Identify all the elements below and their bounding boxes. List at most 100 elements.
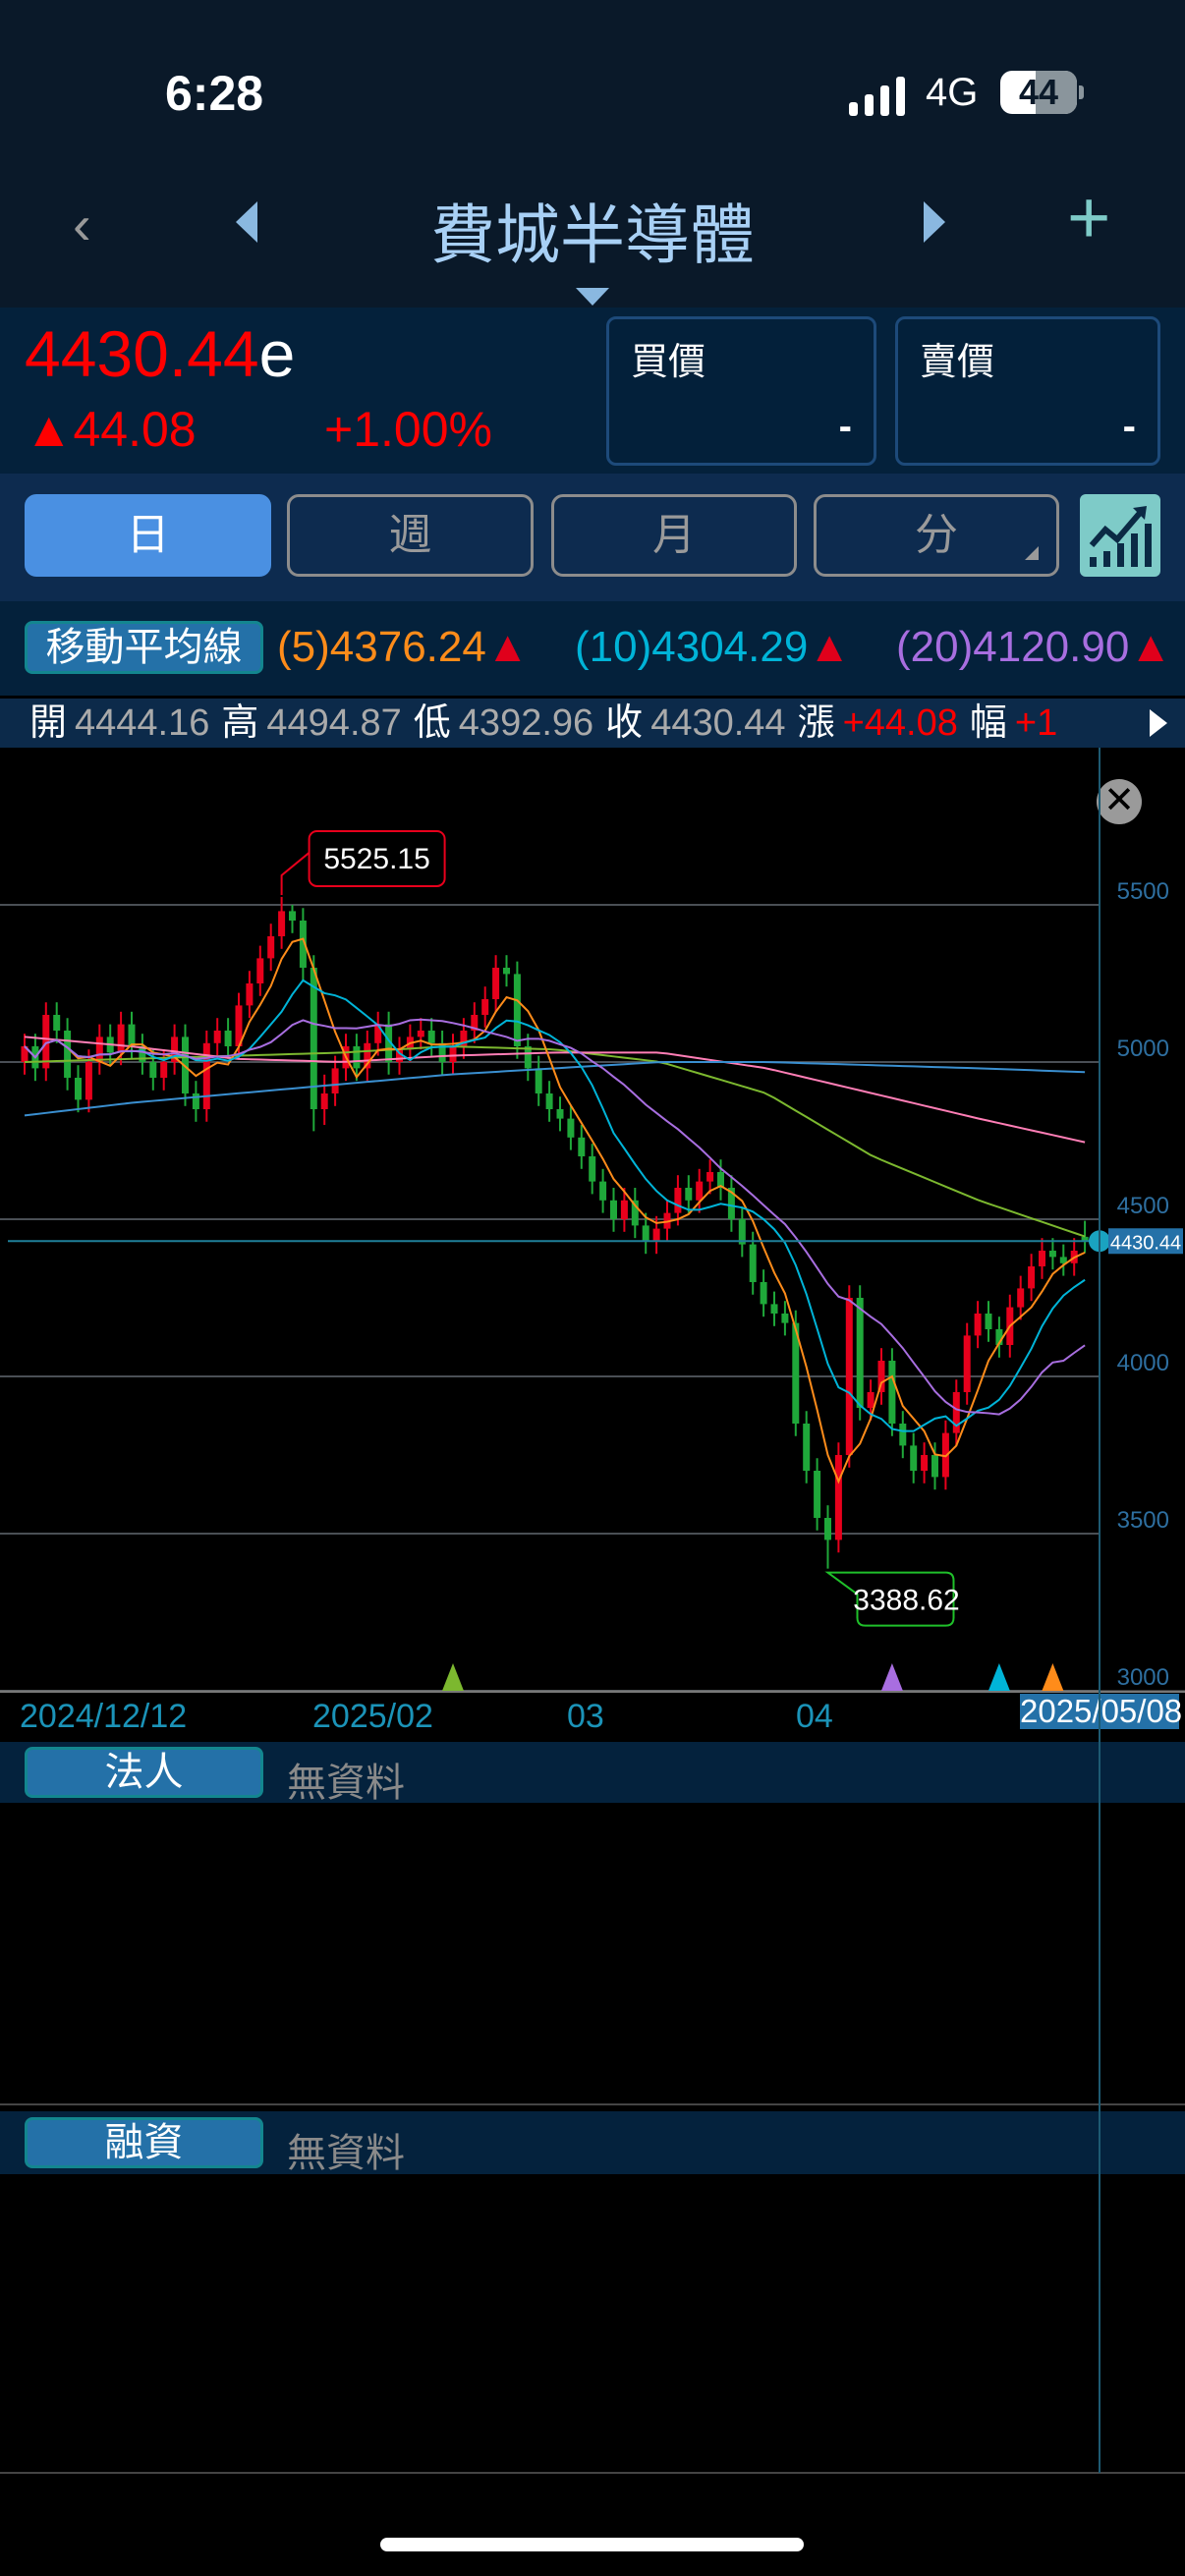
high-value: 4494.87 <box>266 702 402 744</box>
close-value: 4430.44 <box>650 702 786 744</box>
candle-body <box>427 1031 435 1043</box>
candle-body <box>834 1455 842 1540</box>
candle-body <box>985 1314 992 1329</box>
open-label: 開 <box>29 702 68 744</box>
candle-body <box>696 1181 704 1201</box>
candle-body <box>749 1244 757 1282</box>
candle-body <box>128 1024 136 1046</box>
candle-body <box>53 1015 61 1031</box>
low-value: 4392.96 <box>458 702 594 744</box>
candle-body <box>814 1471 821 1518</box>
x-label-feb: 2025/02 <box>312 1698 433 1735</box>
y-tick-label: 4500 <box>1117 1193 1169 1219</box>
margin-button[interactable]: 融資 <box>25 2117 263 2168</box>
battery-tip <box>1079 85 1084 99</box>
candle-body <box>824 1518 831 1540</box>
institutional-button[interactable]: 法人 <box>25 1747 263 1798</box>
x-label-apr: 04 <box>796 1698 833 1735</box>
moving-average-button[interactable]: 移動平均線 <box>25 621 263 674</box>
candle-body <box>503 968 510 975</box>
candle-body <box>160 1062 168 1078</box>
candle-body <box>706 1172 714 1182</box>
y-tick-label: 4000 <box>1117 1350 1169 1376</box>
candle-body <box>289 911 296 921</box>
candle-body <box>224 1031 232 1046</box>
stock-title[interactable]: 費城半導體 <box>0 183 1185 277</box>
candle-body <box>1039 1251 1045 1266</box>
candlestick-chart[interactable]: 60005500500045004000350030004430.445525.… <box>0 748 1185 1693</box>
home-indicator[interactable] <box>380 2538 804 2551</box>
last-price: 4430.44e <box>25 316 295 391</box>
price-change-percent: +1.00% <box>324 402 492 457</box>
price-estimate-suffix: e <box>258 317 296 390</box>
candle-body <box>278 911 286 936</box>
battery-icon: 44 <box>1000 71 1077 114</box>
candle-body <box>931 1455 938 1478</box>
candle-body <box>856 1298 864 1408</box>
price-change: ▲44.08 <box>25 402 197 457</box>
percent-label: 幅 <box>969 702 1007 744</box>
add-plus-icon[interactable]: + <box>1067 175 1110 260</box>
network-type: 4G <box>926 71 979 114</box>
up-triangle-icon: ▲ <box>808 623 851 671</box>
y-tick-label: 5500 <box>1117 878 1169 905</box>
percent-value: +1 <box>1014 702 1058 744</box>
candle-body <box>974 1314 982 1336</box>
candle-body <box>449 1046 457 1062</box>
candle-body <box>642 1225 649 1242</box>
candle-body <box>353 1046 361 1069</box>
crosshair-line <box>1099 748 1100 2473</box>
tab-day[interactable]: 日 <box>25 494 271 577</box>
candle-body <box>589 1156 596 1182</box>
scroll-right-icon[interactable] <box>1150 709 1167 737</box>
y-tick-label: 3500 <box>1117 1507 1169 1534</box>
candle-body <box>910 1445 918 1471</box>
dropdown-corner-icon <box>1025 546 1039 560</box>
tab-minute-label: 分 <box>915 511 958 559</box>
next-stock-icon[interactable] <box>924 201 945 243</box>
signal-icon <box>849 77 905 116</box>
candle-body <box>845 1298 853 1455</box>
change-value: +44.08 <box>842 702 958 744</box>
candle-body <box>1048 1251 1056 1258</box>
candle-body <box>256 958 264 983</box>
candle-body <box>320 1093 328 1109</box>
candle-body <box>1017 1288 1025 1308</box>
bid-label: 買價 <box>631 342 706 383</box>
ma10-period: (10) <box>575 623 652 671</box>
x-label-mar: 03 <box>567 1698 604 1735</box>
candle-body <box>652 1228 660 1242</box>
candle-body <box>192 1093 199 1109</box>
x-label-start: 2024/12/12 <box>20 1698 188 1735</box>
candle-body <box>481 999 489 1015</box>
bid-value: - <box>838 405 852 448</box>
ma10-number: 4304.29 <box>651 623 809 671</box>
candle-body <box>545 1093 553 1109</box>
dropdown-caret-icon[interactable] <box>576 288 609 306</box>
margin-status: 無資料 <box>287 2132 405 2175</box>
candle-body <box>75 1078 82 1100</box>
tab-month[interactable]: 月 <box>551 494 797 577</box>
candle-body <box>417 1031 424 1037</box>
up-triangle-icon: ▲ <box>485 623 530 671</box>
ma5-period: (5) <box>277 623 330 671</box>
ohlc-bar: 開 4444.16 高 4494.87 低 4392.96 收 4430.44 漲 +44.08 幅… <box>0 699 1185 748</box>
battery-level: 44 <box>1018 72 1059 112</box>
candle-body <box>202 1042 210 1109</box>
bid-box: 買價 - <box>606 316 876 466</box>
candle-body <box>674 1188 682 1213</box>
panel-divider <box>0 2103 1185 2105</box>
candle-body <box>117 1024 125 1053</box>
tab-minute[interactable]: 分 <box>814 494 1059 577</box>
candle-body <box>781 1314 789 1323</box>
candle-body <box>963 1335 971 1392</box>
change-label: 漲 <box>797 702 835 744</box>
candle-body <box>888 1361 896 1424</box>
candle-body <box>803 1424 811 1471</box>
close-icon[interactable]: ✕ <box>1097 779 1142 824</box>
candle-body <box>867 1392 875 1408</box>
candle-body <box>899 1424 907 1446</box>
indicator-chart-icon[interactable] <box>1080 494 1160 577</box>
tab-week[interactable]: 週 <box>287 494 534 577</box>
candle-body <box>492 968 500 999</box>
